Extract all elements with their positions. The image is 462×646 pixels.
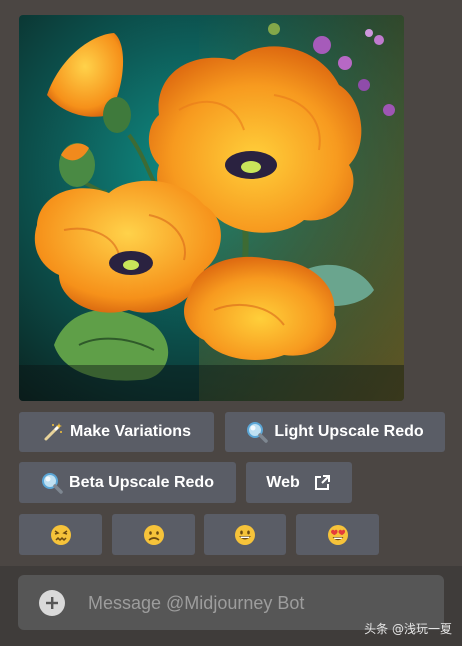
make-variations-button[interactable]: Make Variations [19,412,214,452]
confounded-face-icon [50,524,72,546]
reaction-grinning-button[interactable] [204,514,286,555]
reaction-frowning-button[interactable] [112,514,195,555]
magic-wand-icon [42,421,64,443]
light-upscale-redo-button[interactable]: Light Upscale Redo [225,412,445,452]
heart-eyes-face-icon [327,524,349,546]
magnifier-icon [246,421,269,443]
grinning-face-icon [234,524,256,546]
beta-upscale-redo-label: Beta Upscale Redo [69,473,214,491]
web-label: Web [266,473,300,491]
chat-area: Make Variations Light Upscale Redo Beta … [0,0,462,566]
external-link-icon [314,474,332,492]
reaction-confounded-button[interactable] [19,514,102,555]
generated-image[interactable] [19,15,404,401]
watermark: 头条 @浅玩一夏 [364,622,452,636]
light-upscale-redo-label: Light Upscale Redo [274,423,424,440]
web-button[interactable]: Web [246,462,352,503]
slightly-frowning-face-icon [143,524,165,546]
add-attachment-button[interactable] [39,590,65,616]
poppy-painting [19,15,404,401]
message-input[interactable] [88,587,428,619]
beta-upscale-redo-button[interactable]: Beta Upscale Redo [19,462,236,503]
reaction-heart-eyes-button[interactable] [296,514,379,555]
magnifier-icon [41,472,63,494]
make-variations-label: Make Variations [70,423,191,440]
plus-icon [46,597,58,609]
